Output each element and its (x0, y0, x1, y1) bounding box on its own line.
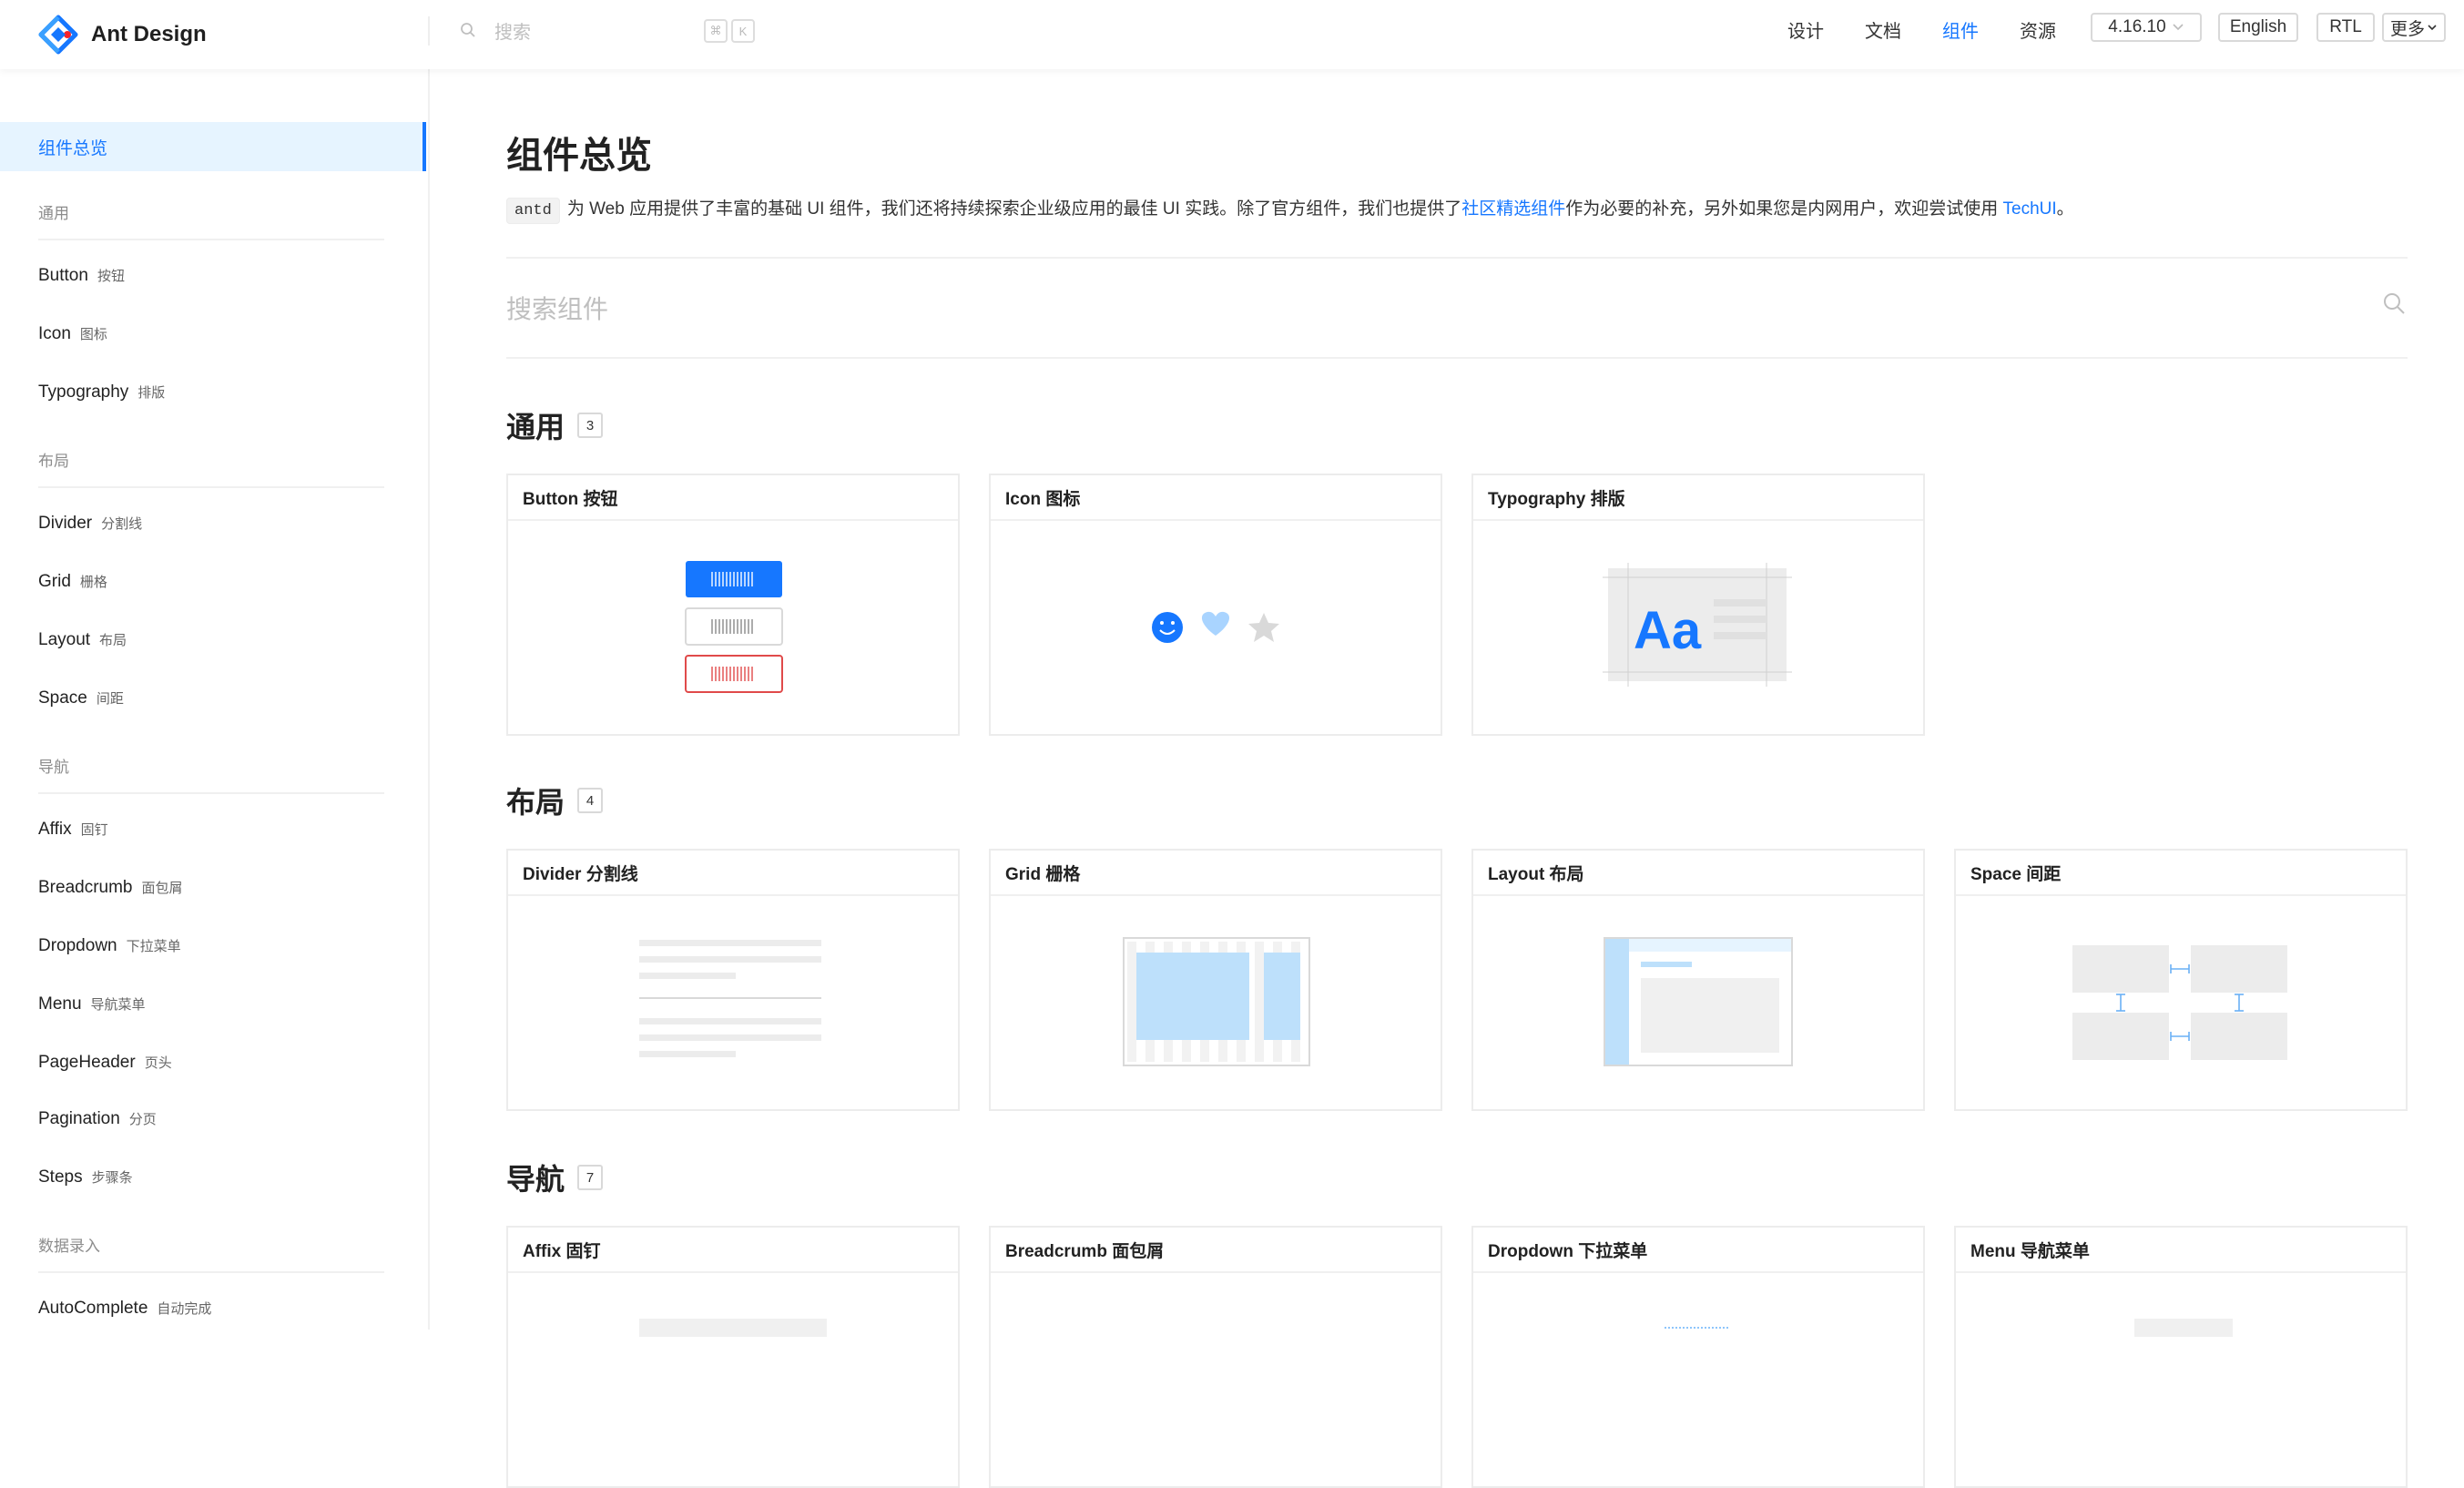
nav-components[interactable]: 组件 (1942, 16, 1979, 43)
card-title: Affix 固钉 (508, 1228, 958, 1273)
card-divider[interactable]: Divider 分割线 (506, 849, 960, 1111)
sidebar-group-navigation: 导航 (38, 759, 69, 776)
nav-resources[interactable]: 资源 (2020, 16, 2056, 43)
language-label: English (2229, 17, 2287, 36)
card-title: Icon 图标 (991, 475, 1441, 521)
sidebar-item-icon[interactable]: Icon 图标 (38, 324, 107, 344)
search-icon (461, 23, 475, 37)
sidebar: 组件总览 通用 Button 按钮 Icon 图标 Typography 排版 布局 … (0, 69, 430, 1330)
sidebar-item-affix[interactable]: Affix 固钉 (38, 820, 108, 840)
card-title: Divider 分割线 (508, 851, 958, 896)
card-menu[interactable]: Menu 导航菜单 (1954, 1226, 2408, 1488)
version-value: 4.16.10 (2108, 17, 2166, 36)
section-count-badge: 3 (577, 413, 604, 438)
kbd-cmd-key: ⌘ (704, 19, 728, 43)
header-search[interactable]: 搜索 ⌘ K (460, 15, 760, 46)
space-preview-illustration (1956, 896, 2406, 1109)
sidebar-item-label: 组件总览 (38, 139, 108, 158)
search-icon[interactable] (2382, 291, 2406, 315)
card-title: Grid 栅格 (991, 851, 1441, 896)
sidebar-item-grid[interactable]: Grid 栅格 (38, 572, 107, 592)
sidebar-item-layout[interactable]: Layout 布局 (38, 630, 127, 650)
sidebar-divider (38, 1271, 384, 1273)
top-header: Ant Design 搜索 ⌘ K 设计 文档 组件 资源 4.16.10 En… (0, 0, 2464, 69)
header-divider (428, 16, 430, 46)
section-count-badge: 7 (577, 1165, 604, 1190)
more-menu-button[interactable]: 更多 (2382, 13, 2446, 42)
section-title-navigation: 导航 7 (506, 1157, 604, 1198)
card-title: Breadcrumb 面包屑 (991, 1228, 1441, 1273)
dropdown-preview-illustration (1473, 1273, 1923, 1486)
sidebar-item-pageheader[interactable]: PageHeader 页头 (38, 1053, 172, 1073)
card-space[interactable]: Space 间距 (1954, 849, 2408, 1111)
section-title-general: 通用 3 (506, 404, 604, 446)
rtl-label: RTL (2329, 17, 2362, 36)
chevron-down-icon (2173, 24, 2184, 31)
sidebar-item-typography[interactable]: Typography 排版 (38, 382, 165, 403)
card-title: Dropdown 下拉菜单 (1473, 1228, 1923, 1273)
kbd-k-key: K (731, 19, 755, 43)
svg-text:Aa: Aa (1634, 601, 1702, 660)
sidebar-item-divider[interactable]: Divider 分割线 (38, 514, 142, 534)
sidebar-group-data-entry: 数据录入 (38, 1238, 100, 1255)
section-title-layout: 布局 4 (506, 780, 604, 821)
sidebar-item-overview[interactable]: 组件总览 (0, 122, 426, 171)
nav-design[interactable]: 设计 (1787, 16, 1824, 43)
card-layout[interactable]: Layout 布局 (1471, 849, 1925, 1111)
sidebar-item-space[interactable]: Space 间距 (38, 688, 124, 708)
card-grid[interactable]: Grid 栅格 (989, 849, 1442, 1111)
card-affix[interactable]: Affix 固钉 (506, 1226, 960, 1488)
sidebar-item-menu[interactable]: Menu 导航菜单 (38, 994, 146, 1014)
more-label: 更多 (2389, 19, 2425, 39)
icon-preview-illustration (991, 521, 1441, 734)
typography-preview-illustration: Aa (1473, 521, 1923, 734)
sidebar-item-button[interactable]: Button 按钮 (38, 266, 125, 286)
card-title: Menu 导航菜单 (1956, 1228, 2406, 1273)
brand-logo[interactable]: Ant Design (38, 11, 207, 58)
ant-design-logo-icon (38, 15, 78, 55)
rtl-button[interactable]: RTL (2316, 13, 2375, 42)
intro-paragraph: antd 为 Web 应用提供了丰富的基础 UI 组件，我们还将持续探索企业级应用… (506, 195, 2074, 224)
antd-code: antd (506, 198, 560, 224)
content-divider (506, 357, 2408, 359)
language-button[interactable]: English (2218, 13, 2298, 42)
grid-preview-illustration (991, 896, 1441, 1109)
menu-preview-illustration (1956, 1273, 2406, 1486)
component-search-input[interactable]: 搜索组件 (506, 290, 608, 326)
card-icon[interactable]: Icon 图标 (989, 474, 1442, 736)
card-title: Space 间距 (1956, 851, 2406, 896)
card-typography[interactable]: Typography 排版 Aa (1471, 474, 1925, 736)
community-components-link[interactable]: 社区精选组件 (1461, 199, 1565, 219)
card-title: Typography 排版 (1473, 475, 1923, 521)
sidebar-item-breadcrumb[interactable]: Breadcrumb 面包屑 (38, 878, 183, 898)
search-placeholder: 搜索 (494, 22, 531, 43)
button-preview-illustration (508, 521, 958, 734)
version-select[interactable]: 4.16.10 (2091, 13, 2202, 42)
sidebar-item-autocomplete[interactable]: AutoComplete 自动完成 (38, 1299, 211, 1319)
divider-preview-illustration (508, 896, 958, 1109)
breadcrumb-preview-illustration (991, 1273, 1441, 1486)
section-count-badge: 4 (577, 788, 604, 813)
chevron-down-icon (2428, 25, 2437, 31)
sidebar-group-layout: 布局 (38, 453, 69, 470)
techui-link[interactable]: TechUI (2003, 199, 2057, 219)
sidebar-divider (38, 486, 384, 488)
card-button[interactable]: Button 按钮 (506, 474, 960, 736)
card-title: Button 按钮 (508, 475, 958, 521)
sidebar-group-general: 通用 (38, 205, 69, 222)
affix-preview-illustration (508, 1273, 958, 1486)
nav-docs[interactable]: 文档 (1865, 16, 1901, 43)
card-breadcrumb[interactable]: Breadcrumb 面包屑 (989, 1226, 1442, 1488)
sidebar-item-dropdown[interactable]: Dropdown 下拉菜单 (38, 936, 181, 956)
sidebar-divider (38, 792, 384, 794)
layout-preview-illustration (1473, 896, 1923, 1109)
content-divider (506, 257, 2408, 259)
brand-name: Ant Design (91, 22, 207, 46)
card-title: Layout 布局 (1473, 851, 1923, 896)
sidebar-divider (38, 239, 384, 240)
page-title: 组件总览 (506, 136, 652, 176)
sidebar-item-steps[interactable]: Steps 步骤条 (38, 1167, 133, 1187)
card-dropdown[interactable]: Dropdown 下拉菜单 (1471, 1226, 1925, 1488)
sidebar-item-pagination[interactable]: Pagination 分页 (38, 1109, 157, 1129)
